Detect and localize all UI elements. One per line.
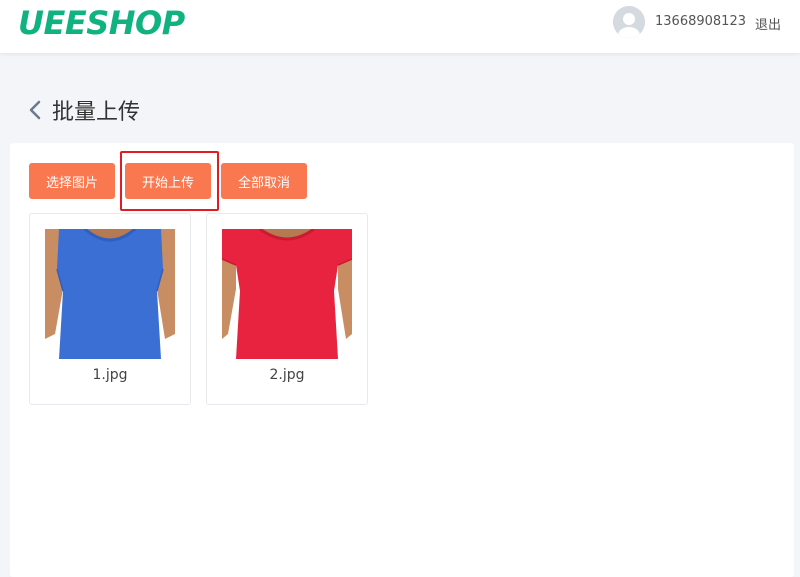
brand-logo[interactable]: UEESHOP bbox=[18, 4, 185, 42]
image-thumbnail bbox=[222, 229, 352, 359]
page-title-text: 批量上传 bbox=[52, 100, 141, 125]
upload-panel: 选择图片 开始上传 全部取消 1.jpg 2.jpg bbox=[10, 143, 794, 577]
file-name: 2.jpg bbox=[269, 367, 305, 383]
blue-tshirt-image bbox=[45, 229, 175, 359]
red-tshirt-image bbox=[222, 229, 352, 359]
upload-item[interactable]: 2.jpg bbox=[206, 213, 368, 405]
user-phone: 13668908123 bbox=[655, 14, 746, 29]
file-name: 1.jpg bbox=[92, 367, 128, 383]
user-avatar-icon bbox=[613, 6, 645, 38]
cancel-all-button[interactable]: 全部取消 bbox=[221, 163, 307, 199]
back-arrow-icon[interactable] bbox=[28, 99, 42, 121]
logout-link[interactable]: 退出 bbox=[755, 14, 781, 33]
top-header: UEESHOP 13668908123 退出 bbox=[0, 0, 800, 53]
start-upload-button[interactable]: 开始上传 bbox=[125, 163, 211, 199]
upload-item[interactable]: 1.jpg bbox=[29, 213, 191, 405]
image-thumbnail bbox=[45, 229, 175, 359]
select-images-button[interactable]: 选择图片 bbox=[29, 163, 115, 199]
user-avatar[interactable] bbox=[613, 6, 645, 38]
page-title: 批量上传 bbox=[28, 94, 140, 126]
